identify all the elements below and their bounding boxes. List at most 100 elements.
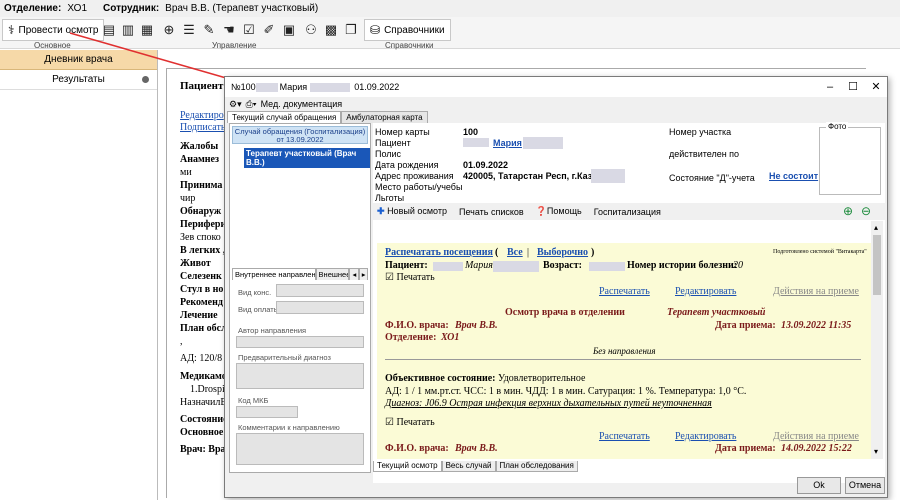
dept-label: Отделение: [385,332,437,343]
dept-value: ХО1 [441,332,460,343]
tab-whole-case[interactable]: Весь случай [441,461,496,472]
tree-item-selected[interactable]: Терапевт участковый (Врач В.В.) [244,148,370,168]
zoom-in-icon[interactable]: ⊕ [843,204,853,218]
settings-dropdown-icon[interactable]: ⚙▾ [229,99,242,110]
patient-name-link[interactable]: Мария [493,138,522,148]
print-link[interactable]: Распечатать [599,286,650,297]
history-label: Номер истории болезни: [627,260,738,271]
dialog-toolbar: ⚙▾ ⎙▾ Мед. документация [225,97,887,111]
exam-title: Осмотр врача в отделении [505,307,625,318]
system-note: Подготовлено системой "Витакарта" [773,249,867,255]
patient-card-dialog: №100 Мария 01.09.2022 – ☐ ✕ ⚙▾ ⎙▾ Мед. д… [224,76,888,498]
address-label: Адрес проживания [375,171,454,181]
history-value: 20 [733,260,743,271]
plus-icon: ✚ [377,206,385,216]
report-patient-name: Мария [465,260,493,271]
print-checkbox[interactable]: ☑ Печатать [385,272,435,283]
print-dropdown-icon[interactable]: ⎙▾ [246,99,257,110]
divider [385,359,861,360]
tab-outpatient-card[interactable]: Амбулаторная карта [341,111,428,123]
doctor-label-2: Ф.И.О. врача: [385,443,449,454]
photo-label: Фото [826,122,849,131]
all-link[interactable]: Все [507,247,523,258]
card-number-label: Номер карты [375,127,430,137]
author-field[interactable] [236,336,364,348]
med-docs-menu[interactable]: Мед. документация [261,99,343,109]
referral-tabs: Внутреннее направление Внешнее на ◂ ▸ [232,268,368,280]
age-label: Возраст: [543,260,582,271]
patient-info-panel: Номер карты 100 Пациент Мария Полис Дата… [373,122,885,483]
dialog-titlebar: №100 Мария 01.09.2022 – ☐ ✕ [225,77,887,97]
dialog-tabs: Текущий случай обращения Амбулаторная ка… [227,111,428,123]
card-number-value: 100 [463,127,479,137]
print-lists-button[interactable]: Печать списков [459,207,524,217]
objective-state: Объективное состояние: Удовлетворительно… [385,373,586,384]
hospitalization-button[interactable]: Госпитализация [594,207,661,217]
minimize-icon[interactable]: – [823,80,837,94]
maximize-icon[interactable]: ☐ [846,80,860,94]
cancel-button[interactable]: Отмена [845,477,885,494]
zoom-out-icon[interactable]: ⊖ [861,204,871,218]
print-visits-link[interactable]: Распечатать посещения [385,247,493,258]
tab-external-referral[interactable]: Внешнее на [315,268,350,280]
exam-specialty: Терапевт участковый [667,307,766,318]
close-icon[interactable]: ✕ [869,80,883,94]
birth-date-value: 01.09.2022 [463,160,509,170]
district-label: Номер участка [669,127,732,137]
diagnosis-line: Диагноз: J06.9 Острая инфекция верхних д… [385,398,712,409]
actions-link-2[interactable]: Действия на приеме [773,431,859,442]
edit-link[interactable]: Редактировать [675,286,736,297]
benefits-label: Льготы [375,193,405,203]
tab-exam-plan[interactable]: План обследования [495,461,578,472]
no-referral: Без направления [593,346,656,356]
date-value-2: 14.09.2022 15:22 [781,443,852,454]
address-value: 420005, Татарстан Респ, г.Каза [463,171,598,181]
mkb-label: Код МКБ [238,396,269,405]
author-label: Автор направления [238,326,307,335]
print-link-2[interactable]: Распечатать [599,431,650,442]
tab-scroll-right-icon[interactable]: ▸ [358,268,368,280]
exam-report: Распечатать посещения ( Все | Выборочно … [377,221,871,459]
tab-current-case[interactable]: Текущий случай обращения [227,111,342,123]
case-tree-panel: Случай обращения (Госпитализация) от 13.… [229,123,371,473]
photo-box: Фото [819,122,881,195]
scroll-up-icon[interactable]: ▴ [874,223,878,232]
scroll-thumb[interactable] [873,235,881,295]
case-tree-header[interactable]: Случай обращения (Госпитализация) от 13.… [232,126,368,144]
payment-type-label: Вид оплаты [238,305,280,314]
vitals-line: АД: 1 / 1 мм.рт.ст. ЧСС: 1 в мин. ЧДД: 1… [385,386,747,397]
edit-link-2[interactable]: Редактировать [675,431,736,442]
tab-current-exam[interactable]: Текущий осмотр [373,461,442,472]
doctor-label: Ф.И.О. врача: [385,320,449,331]
new-exam-button[interactable]: ✚ Новый осмотр [377,206,447,217]
policy-label: Полис [375,149,402,159]
diagnosis-field[interactable] [236,363,364,389]
report-scrollbar[interactable]: ▴ ▾ [871,221,883,459]
birth-date-label: Дата рождения [375,160,439,170]
cons-type-label: Вид конс. [238,288,272,297]
comments-label: Комментарии к направлению [238,423,340,432]
diagnosis-label: Предварительный диагноз [238,353,331,362]
tab-internal-referral[interactable]: Внутреннее направление [232,268,316,280]
print-checkbox-2[interactable]: ☑ Печатать [385,417,435,428]
tab-scroll-left-icon[interactable]: ◂ [349,268,359,280]
comments-field[interactable] [236,433,364,465]
d-state-label: Состояние "Д"-учета [669,173,755,183]
selected-link[interactable]: Выборочно [537,247,588,258]
report-patient-label: Пациент: [385,260,428,271]
help-button[interactable]: ❓Помощь [536,206,582,217]
ok-button[interactable]: Ok [797,477,841,494]
cons-type-select[interactable] [276,284,364,297]
date-label-2: Дата приема: [715,443,776,454]
patient-label: Пациент [375,138,411,148]
doctor-value: Врач В.В. [455,320,498,331]
payment-type-select[interactable] [276,301,364,314]
actions-toolbar: ✚ Новый осмотр Печать списков ❓Помощь Го… [373,203,885,220]
date-label: Дата приема: [715,320,776,331]
actions-link[interactable]: Действия на приеме [773,286,859,297]
help-icon: ❓ [535,206,547,216]
scroll-down-icon[interactable]: ▾ [874,447,878,456]
mkb-field[interactable] [236,406,298,418]
date-value: 13.09.2022 11:35 [781,320,852,331]
d-state-link[interactable]: Не состоит [769,171,818,181]
